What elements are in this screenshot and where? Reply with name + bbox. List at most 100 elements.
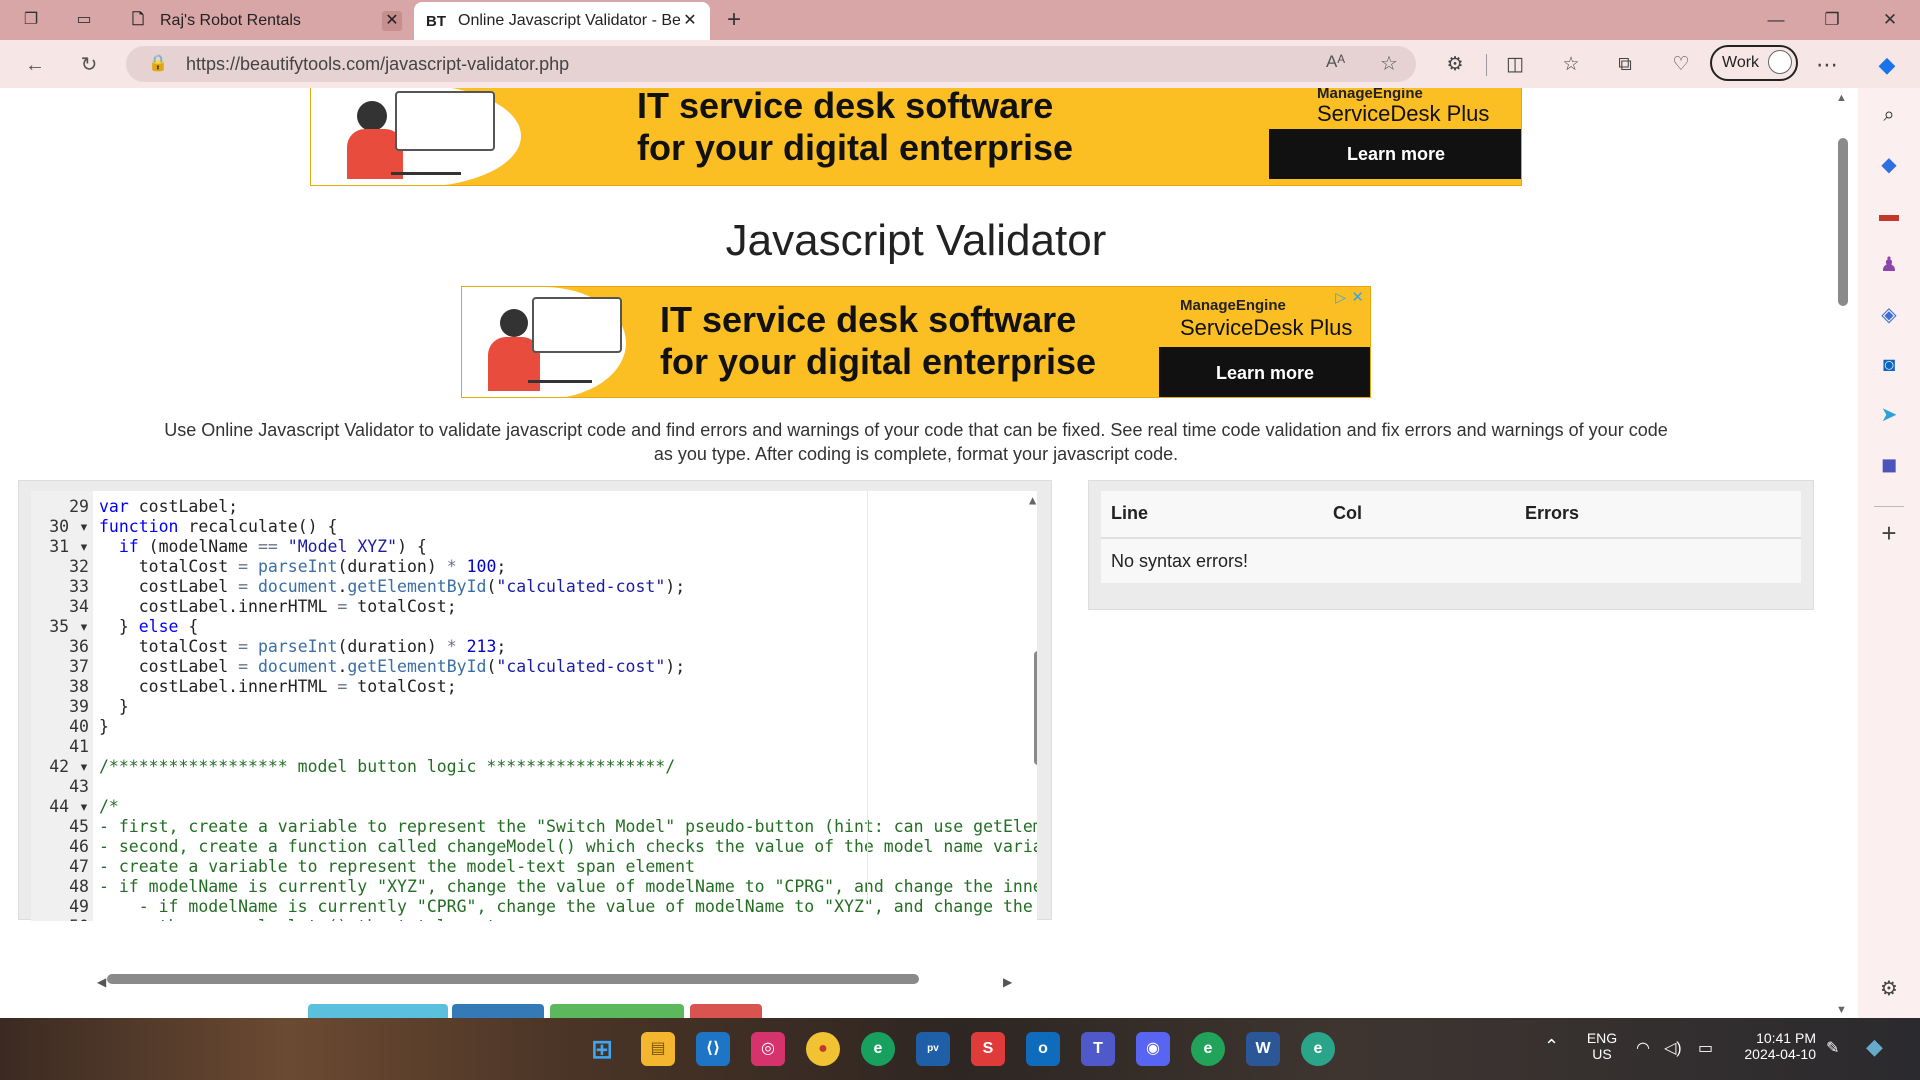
url-text[interactable]: https://beautifytools.com/javascript-val… xyxy=(186,54,569,75)
code-line[interactable]: costLabel.innerHTML = totalCost; xyxy=(99,597,457,616)
favorite-star-icon[interactable]: ☆ xyxy=(1380,51,1398,76)
code-line[interactable]: - if modelName is currently "XYZ", chang… xyxy=(99,877,1037,896)
show-hidden-icons-icon[interactable]: ⌃ xyxy=(1544,1036,1559,1057)
ad-learn-more-button[interactable]: Learn more xyxy=(1159,347,1370,397)
notifications-icon[interactable]: ✎ xyxy=(1826,1038,1839,1058)
shopping-tag-icon[interactable]: ◆ xyxy=(1876,152,1902,178)
ad-learn-more-button[interactable]: Learn more xyxy=(1269,129,1521,179)
outlook-icon[interactable]: o xyxy=(1026,1032,1060,1066)
scroll-up-arrow-icon[interactable]: ▲ xyxy=(1836,92,1847,104)
teams-icon[interactable]: ◼ xyxy=(1876,452,1902,478)
top-ad-banner[interactable]: IT service desk software for your digita… xyxy=(310,88,1522,186)
prime-video-icon[interactable]: pv xyxy=(916,1032,950,1066)
vscode-icon[interactable]: ⟨⟩ xyxy=(696,1032,730,1066)
code-line[interactable]: costLabel = document.getElementById("cal… xyxy=(99,577,685,596)
more-menu-icon[interactable]: ⋯ xyxy=(1814,52,1840,78)
horizontal-scrollbar-thumb[interactable] xyxy=(107,974,919,984)
code-line[interactable]: if (modelName == "Model XYZ") { xyxy=(99,537,427,556)
games-icon[interactable]: ♟ xyxy=(1876,252,1902,278)
add-icon[interactable]: + xyxy=(1876,520,1902,546)
address-bar[interactable]: 🔒 https://beautifytools.com/javascript-v… xyxy=(126,46,1416,82)
back-icon[interactable]: ← xyxy=(22,52,48,78)
code-line[interactable]: costLabel.innerHTML = totalCost; xyxy=(99,677,457,696)
code-line[interactable]: - then, recalculate() the total cost. xyxy=(99,917,507,921)
scroll-down-arrow-icon[interactable]: ▼ xyxy=(1836,1004,1847,1016)
close-tab-icon[interactable]: ✕ xyxy=(382,11,402,31)
outlook-icon[interactable]: ◙ xyxy=(1876,352,1902,378)
code-line[interactable]: totalCost = parseInt(duration) * 213; xyxy=(99,637,507,656)
teams-icon[interactable]: T xyxy=(1081,1032,1115,1066)
line-number: 33 xyxy=(69,577,89,596)
code-line[interactable]: - first, create a variable to represent … xyxy=(99,817,1037,836)
tools-icon[interactable]: ▬ xyxy=(1876,202,1902,228)
work-profile-button[interactable]: Work xyxy=(1710,45,1798,81)
copilot-icon[interactable]: ◆ xyxy=(1874,52,1900,78)
scroll-left-arrow-icon[interactable]: ◀ xyxy=(97,975,106,989)
collections-icon[interactable]: ⧉ xyxy=(1612,52,1638,78)
word-icon[interactable]: W xyxy=(1246,1032,1280,1066)
search-icon[interactable]: ⌕ xyxy=(1876,102,1902,128)
restore-icon[interactable]: ❐ xyxy=(1820,8,1844,32)
line-number: 46 xyxy=(69,837,89,856)
edge-icon[interactable]: e xyxy=(861,1032,895,1066)
edge-beta-icon[interactable]: e xyxy=(1191,1032,1225,1066)
page-scrollbar[interactable]: ▲ ▼ xyxy=(1826,88,1858,1018)
refresh-icon[interactable]: ↻ xyxy=(76,52,102,78)
code-line[interactable]: - if modelName is currently "CPRG", chan… xyxy=(99,897,1037,916)
code-line[interactable]: /****************** model button logic *… xyxy=(99,757,675,776)
new-tab-icon[interactable]: + xyxy=(723,8,745,32)
chrome-icon[interactable]: ● xyxy=(806,1032,840,1066)
adchoices-icon[interactable]: ▷ xyxy=(1335,289,1346,306)
vertical-scrollbar-thumb[interactable] xyxy=(1034,651,1037,765)
clear-button[interactable] xyxy=(690,1004,762,1018)
copilot-taskbar-icon[interactable]: ◆ xyxy=(1866,1034,1883,1060)
code-line[interactable]: /* xyxy=(99,797,119,816)
line-number: 42 ▾ xyxy=(49,757,89,776)
code-line[interactable]: - create a variable to represent the mod… xyxy=(99,857,695,876)
favorites-icon[interactable]: ☆ xyxy=(1558,52,1584,78)
file-explorer-icon[interactable]: ▤ xyxy=(641,1032,675,1066)
send-icon[interactable]: ➤ xyxy=(1876,402,1902,428)
code-line[interactable]: } else { xyxy=(99,617,199,636)
workspaces-icon[interactable]: ❐ xyxy=(20,9,42,31)
browser-essentials-icon[interactable]: ♡ xyxy=(1668,52,1694,78)
code-line[interactable]: - second, create a function called chang… xyxy=(99,837,1037,856)
instagram-icon[interactable]: ◎ xyxy=(751,1032,785,1066)
code-line[interactable]: } xyxy=(99,717,109,736)
read-aloud-icon[interactable]: Aᴬ xyxy=(1326,52,1345,72)
copilot-app-icon[interactable]: ◈ xyxy=(1876,302,1902,328)
tab-rajs-robot-rentals[interactable]: 🗋 Raj's Robot Rentals ✕ xyxy=(116,2,412,40)
code-editor[interactable]: 29 30 ▾ 31 ▾ 32 33 34 35 ▾ 36 37 38 39 40 4… xyxy=(31,491,1037,921)
validate-button[interactable] xyxy=(308,1004,448,1018)
clock[interactable]: 10:41 PM 2024-04-10 xyxy=(1736,1030,1816,1062)
format-button[interactable] xyxy=(550,1004,684,1018)
close-ad-icon[interactable]: ✕ xyxy=(1351,288,1364,306)
wifi-icon[interactable]: ◠ xyxy=(1636,1038,1650,1058)
volume-icon[interactable]: ◁) xyxy=(1664,1038,1682,1058)
language-indicator[interactable]: ENG US xyxy=(1582,1030,1622,1062)
extensions-icon[interactable]: ⚙ xyxy=(1442,52,1468,78)
options-button[interactable] xyxy=(452,1004,544,1018)
discord-icon[interactable]: ◉ xyxy=(1136,1032,1170,1066)
windows-start-icon[interactable]: ⊞ xyxy=(585,1032,619,1066)
edge-dev-icon[interactable]: e xyxy=(1301,1032,1335,1066)
code-line[interactable]: totalCost = parseInt(duration) * 100; xyxy=(99,557,507,576)
code-line[interactable]: function recalculate() { xyxy=(99,517,337,536)
page-scrollbar-thumb[interactable] xyxy=(1838,138,1848,306)
code-line[interactable]: costLabel = document.getElementById("cal… xyxy=(99,657,685,676)
minimize-icon[interactable]: — xyxy=(1764,8,1788,32)
settings-gear-icon[interactable]: ⚙ xyxy=(1876,976,1902,1002)
close-tab-icon[interactable]: ✕ xyxy=(680,11,700,31)
code-line[interactable]: } xyxy=(99,697,129,716)
split-screen-icon[interactable]: ◫ xyxy=(1502,52,1528,78)
tab-javascript-validator[interactable]: BT Online Javascript Validator - Beau ✕ xyxy=(414,2,710,40)
close-window-icon[interactable]: ✕ xyxy=(1878,8,1902,32)
scratch-icon[interactable]: S xyxy=(971,1032,1005,1066)
code-line[interactable]: var costLabel; xyxy=(99,497,238,516)
lock-icon[interactable]: 🔒 xyxy=(148,53,168,73)
battery-icon[interactable]: ▭ xyxy=(1698,1038,1713,1058)
scroll-up-arrow-icon[interactable]: ▲ xyxy=(1029,493,1036,507)
middle-ad-banner[interactable]: IT service desk software for your digita… xyxy=(461,286,1371,398)
vertical-tabs-icon[interactable]: ▭ xyxy=(73,9,95,31)
scroll-right-arrow-icon[interactable]: ▶ xyxy=(1003,975,1012,989)
